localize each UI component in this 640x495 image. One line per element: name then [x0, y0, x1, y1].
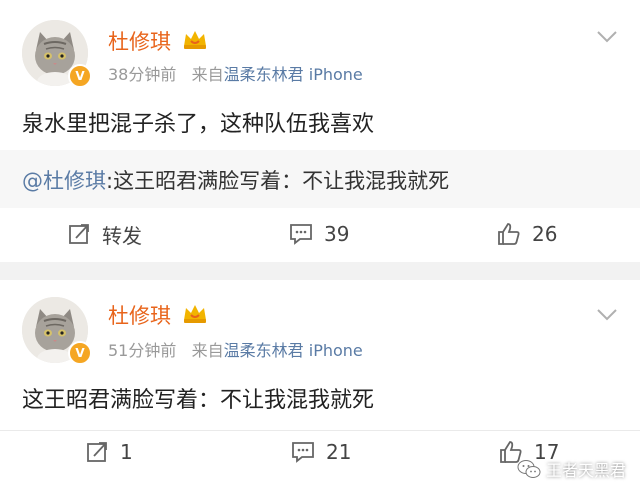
repost-block[interactable]: @杜修琪:这王昭君满脸写着：不让我混我就死: [0, 150, 640, 208]
post-content: 泉水里把混子杀了，这种队伍我喜欢: [22, 112, 375, 137]
forward-icon: [87, 442, 107, 462]
post-meta: 38分钟前 来自温柔东林君 iPhone: [108, 61, 363, 85]
forward-label: 转发: [102, 223, 142, 248]
username[interactable]: 杜修琪: [108, 26, 171, 56]
chevron-down-icon[interactable]: [596, 308, 618, 322]
like-count: 26: [532, 222, 558, 246]
vip-crown-icon: [184, 31, 206, 49]
post-meta: 51分钟前 来自温柔东林君 iPhone: [108, 337, 363, 361]
forward-icon: [69, 224, 89, 244]
comment-count: 21: [326, 440, 352, 464]
comment-button[interactable]: 21: [290, 437, 351, 467]
chevron-down-icon[interactable]: [596, 30, 618, 44]
forward-button[interactable]: 转发: [68, 219, 142, 249]
avatar[interactable]: V: [22, 20, 92, 88]
thumbs-up-icon: [498, 223, 520, 245]
mention-link[interactable]: @杜修琪: [22, 169, 106, 193]
repost-content: :这王昭君满脸写着：不让我混我就死: [106, 169, 450, 193]
forward-count: 1: [120, 440, 133, 464]
post-time: 51分钟前: [108, 341, 177, 360]
vip-crown-icon: [184, 305, 206, 323]
avatar[interactable]: V: [22, 297, 92, 365]
divider: [0, 430, 640, 431]
comment-icon: [290, 224, 312, 245]
watermark-text: 王者天黑君: [545, 461, 626, 480]
comment-count: 39: [324, 222, 350, 246]
weibo-post: V 杜修琪 38分钟前 来自温柔东林君 iPhone 泉水里把混子杀了，这种队伍…: [0, 0, 640, 262]
verified-badge-icon: V: [68, 64, 92, 88]
post-time: 38分钟前: [108, 65, 177, 84]
username[interactable]: 杜修琪: [108, 300, 171, 330]
source-link[interactable]: 温柔东林君 iPhone: [224, 65, 363, 84]
wechat-icon: [517, 460, 541, 478]
source-prefix: 来自: [191, 341, 224, 360]
post-content: 这王昭君满脸写着：不让我混我就死: [22, 388, 375, 413]
source-link[interactable]: 温柔东林君 iPhone: [224, 341, 363, 360]
source-prefix: 来自: [191, 65, 224, 84]
verified-badge-icon: V: [68, 341, 92, 365]
watermark: 王者天黑君: [516, 457, 626, 481]
comment-button[interactable]: 39: [288, 219, 349, 249]
repost-text: @杜修琪:这王昭君满脸写着：不让我混我就死: [22, 165, 449, 195]
forward-button[interactable]: 1: [86, 437, 133, 467]
like-button[interactable]: 26: [496, 219, 557, 249]
comment-icon: [292, 442, 314, 463]
